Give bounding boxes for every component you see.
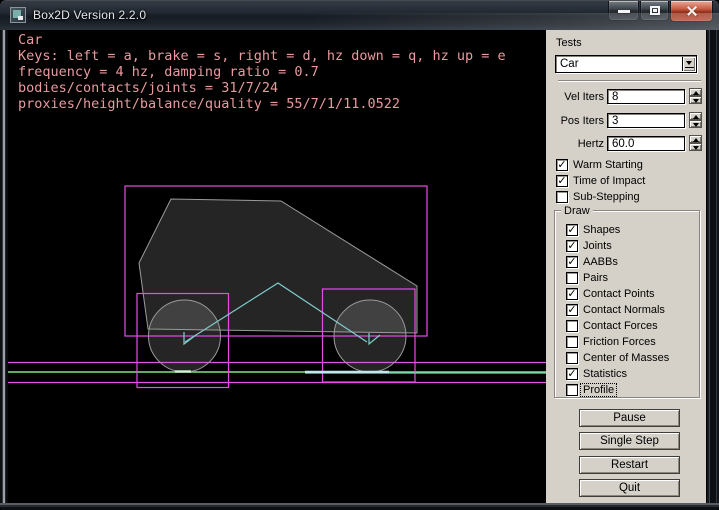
info-line-keys: Keys: left = a, brake = s, right = d, hz… xyxy=(18,48,506,64)
checkbox-label: Profile xyxy=(581,384,616,396)
window-frame-right xyxy=(706,30,719,503)
checkbox-label: Pairs xyxy=(583,272,608,284)
close-icon xyxy=(686,5,698,17)
checkbox-box[interactable]: ✓ xyxy=(566,304,578,316)
minimize-icon xyxy=(618,10,630,13)
window-frame-bottom xyxy=(0,503,719,510)
vel-iters-input[interactable]: 8 xyxy=(607,89,685,104)
tests-label: Tests xyxy=(556,37,582,49)
checkbox-box[interactable]: ✓ xyxy=(566,368,578,380)
checkbox-label: Time of Impact xyxy=(573,175,645,187)
checkbox-box[interactable] xyxy=(556,191,568,203)
checkbox-label: Warm Starting xyxy=(573,159,643,171)
checkbox-box[interactable]: ✓ xyxy=(566,224,578,236)
checkbox-label: Joints xyxy=(583,240,612,252)
checkbox-label: Center of Masses xyxy=(583,352,669,364)
checkbox-box[interactable]: ✓ xyxy=(566,288,578,300)
checkbox-box[interactable] xyxy=(566,320,578,332)
tests-dropdown[interactable]: Car xyxy=(555,55,697,73)
window-frame-left xyxy=(0,30,8,503)
checkbox-label: Friction Forces xyxy=(583,336,656,348)
draw-group: Draw ✓ Shapes ✓ Joints ✓ AABBs Pairs ✓ C… xyxy=(554,210,700,398)
pos-iters-row: Pos Iters 3 xyxy=(546,113,706,130)
separator xyxy=(558,80,701,82)
spin-up-button[interactable] xyxy=(689,112,702,120)
minimize-button[interactable] xyxy=(608,1,639,21)
hertz-stepper[interactable] xyxy=(689,135,702,152)
checkbox-label: AABBs xyxy=(583,256,618,268)
pos-iters-label: Pos Iters xyxy=(546,115,604,127)
vel-iters-stepper[interactable] xyxy=(689,88,702,105)
checkbox-label: Contact Forces xyxy=(583,320,658,332)
dropdown-arrow-button[interactable] xyxy=(682,57,695,71)
checkbox-box[interactable] xyxy=(566,352,578,364)
arrow-down-icon xyxy=(693,99,699,103)
arrow-down-icon xyxy=(693,123,699,127)
title-bar[interactable]: Box2D Version 2.2.0 xyxy=(0,1,719,30)
checkbox-label: Shapes xyxy=(583,224,620,236)
pause-button[interactable]: Pause xyxy=(579,409,680,427)
control-panel: Tests Car Vel Iters 8 Pos Iters 3 Hertz … xyxy=(546,30,706,503)
checkbox-label: Sub-Stepping xyxy=(573,191,640,203)
pos-iters-input[interactable]: 3 xyxy=(607,113,685,128)
spin-down-button[interactable] xyxy=(689,120,702,128)
checkbox-box[interactable] xyxy=(566,384,578,396)
single-step-button[interactable]: Single Step xyxy=(579,432,680,450)
info-line-proxies: proxies/height/balance/quality = 55/7/1/… xyxy=(18,96,506,112)
pos-iters-stepper[interactable] xyxy=(689,112,702,129)
restart-button[interactable]: Restart xyxy=(579,456,680,474)
checkbox-box[interactable]: ✓ xyxy=(566,240,578,252)
vel-iters-label: Vel Iters xyxy=(546,91,604,103)
checkbox-box[interactable]: ✓ xyxy=(556,175,568,187)
quit-button[interactable]: Quit xyxy=(579,479,680,497)
checkbox-label: Contact Points xyxy=(583,288,655,300)
arrow-up-icon xyxy=(693,91,699,95)
checkbox-label: Contact Normals xyxy=(583,304,665,316)
debug-info-text: CarKeys: left = a, brake = s, right = d,… xyxy=(18,32,506,112)
checkbox-box[interactable] xyxy=(566,272,578,284)
window-title: Box2D Version 2.2.0 xyxy=(33,8,146,22)
simulation-canvas[interactable]: CarKeys: left = a, brake = s, right = d,… xyxy=(8,30,546,503)
spin-up-button[interactable] xyxy=(689,135,702,143)
arrow-up-icon xyxy=(693,115,699,119)
checkbox-box[interactable]: ✓ xyxy=(566,256,578,268)
vel-iters-row: Vel Iters 8 xyxy=(546,89,706,106)
maximize-icon xyxy=(650,6,660,15)
chevron-down-icon xyxy=(686,61,692,65)
close-button[interactable] xyxy=(670,1,713,22)
hertz-row: Hertz 60.0 xyxy=(546,136,706,153)
hertz-input[interactable]: 60.0 xyxy=(607,136,685,151)
spin-down-button[interactable] xyxy=(689,143,702,151)
checkbox-label: Statistics xyxy=(583,368,627,380)
arrow-up-icon xyxy=(693,138,699,142)
draw-group-label: Draw xyxy=(561,205,593,217)
spin-up-button[interactable] xyxy=(689,88,702,96)
tests-dropdown-value: Car xyxy=(560,58,579,70)
info-line-test-name: Car xyxy=(18,32,506,48)
app-icon xyxy=(10,7,26,23)
hertz-label: Hertz xyxy=(546,138,604,150)
spin-down-button[interactable] xyxy=(689,96,702,104)
app-window: Box2D Version 2.2.0 xyxy=(0,0,719,510)
info-line-frequency: frequency = 4 hz, damping ratio = 0.7 xyxy=(18,64,506,80)
maximize-button[interactable] xyxy=(640,1,669,21)
info-line-bodies: bodies/contacts/joints = 31/7/24 xyxy=(18,80,506,96)
checkbox-box[interactable]: ✓ xyxy=(556,159,568,171)
arrow-down-icon xyxy=(693,146,699,150)
checkbox-box[interactable] xyxy=(566,336,578,348)
